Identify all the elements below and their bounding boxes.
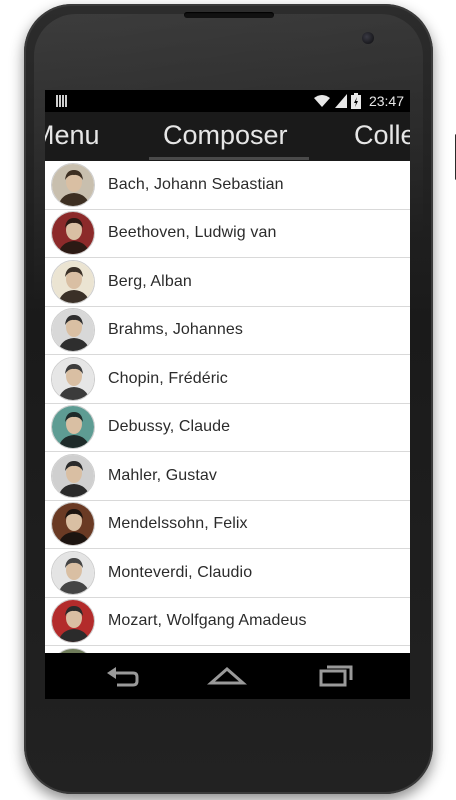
composer-name: Berg, Alban xyxy=(108,272,192,290)
composer-name: Bach, Johann Sebastian xyxy=(108,175,284,193)
front-camera xyxy=(362,32,374,44)
wifi-icon xyxy=(313,95,330,107)
list-item[interactable]: Bach, Johann Sebastian xyxy=(45,161,410,210)
composer-portrait xyxy=(51,405,95,450)
composer-name: Brahms, Johannes xyxy=(108,321,244,339)
composer-portrait xyxy=(51,550,95,595)
composer-portrait xyxy=(51,308,95,353)
composer-portrait xyxy=(51,162,95,207)
back-icon[interactable] xyxy=(103,661,143,691)
composer-name: Beethoven, Ludwig van xyxy=(108,224,277,242)
earpiece-speaker xyxy=(184,12,274,18)
tab-composer[interactable]: Composer xyxy=(163,120,288,151)
composer-portrait xyxy=(51,502,95,547)
tab-strip[interactable]: Menu Composer Colle xyxy=(45,112,410,161)
composer-portrait xyxy=(51,259,95,304)
list-item[interactable]: Berg, Alban xyxy=(45,258,410,307)
list-item[interactable]: Mendelssohn, Felix xyxy=(45,501,410,549)
list-item-partial xyxy=(45,646,410,653)
recents-icon[interactable] xyxy=(315,661,355,691)
composer-portrait xyxy=(51,453,95,498)
list-item[interactable]: Debussy, Claude xyxy=(45,404,410,452)
composer-name: Mendelssohn, Felix xyxy=(108,515,248,533)
screen: 23:47 Menu Composer Colle Bach, Johann S… xyxy=(45,90,410,699)
tab-menu[interactable]: Menu xyxy=(45,120,100,151)
composer-portrait xyxy=(51,599,95,644)
list-item[interactable]: Brahms, Johannes xyxy=(45,307,410,355)
tab-collection[interactable]: Colle xyxy=(354,120,410,151)
composer-portrait xyxy=(51,211,95,256)
composer-portrait xyxy=(51,356,95,401)
status-icons: 23:47 xyxy=(313,92,404,110)
navigation-bar xyxy=(45,653,410,699)
list-item[interactable]: Beethoven, Ludwig van xyxy=(45,210,410,258)
signal-icon xyxy=(334,94,347,108)
notification-icon xyxy=(56,95,68,107)
composer-name: Mahler, Gustav xyxy=(108,466,218,484)
composer-name: Monteverdi, Claudio xyxy=(108,563,253,581)
composer-list[interactable]: Bach, Johann Sebastian Beethoven, Ludwig … xyxy=(45,161,410,653)
composer-name: Mozart, Wolfgang Amadeus xyxy=(108,612,307,630)
list-item[interactable]: Monteverdi, Claudio xyxy=(45,549,410,598)
battery-icon xyxy=(350,93,361,109)
status-time: 23:47 xyxy=(368,93,404,109)
list-item[interactable]: Mozart, Wolfgang Amadeus xyxy=(45,598,410,646)
list-item[interactable]: Chopin, Frédéric xyxy=(45,355,410,404)
tab-indicator xyxy=(149,157,309,160)
composer-name: Debussy, Claude xyxy=(108,418,231,436)
home-icon[interactable] xyxy=(207,661,247,691)
list-item[interactable]: Mahler, Gustav xyxy=(45,452,410,501)
status-bar: 23:47 xyxy=(45,90,410,112)
composer-name: Chopin, Frédéric xyxy=(108,369,228,387)
